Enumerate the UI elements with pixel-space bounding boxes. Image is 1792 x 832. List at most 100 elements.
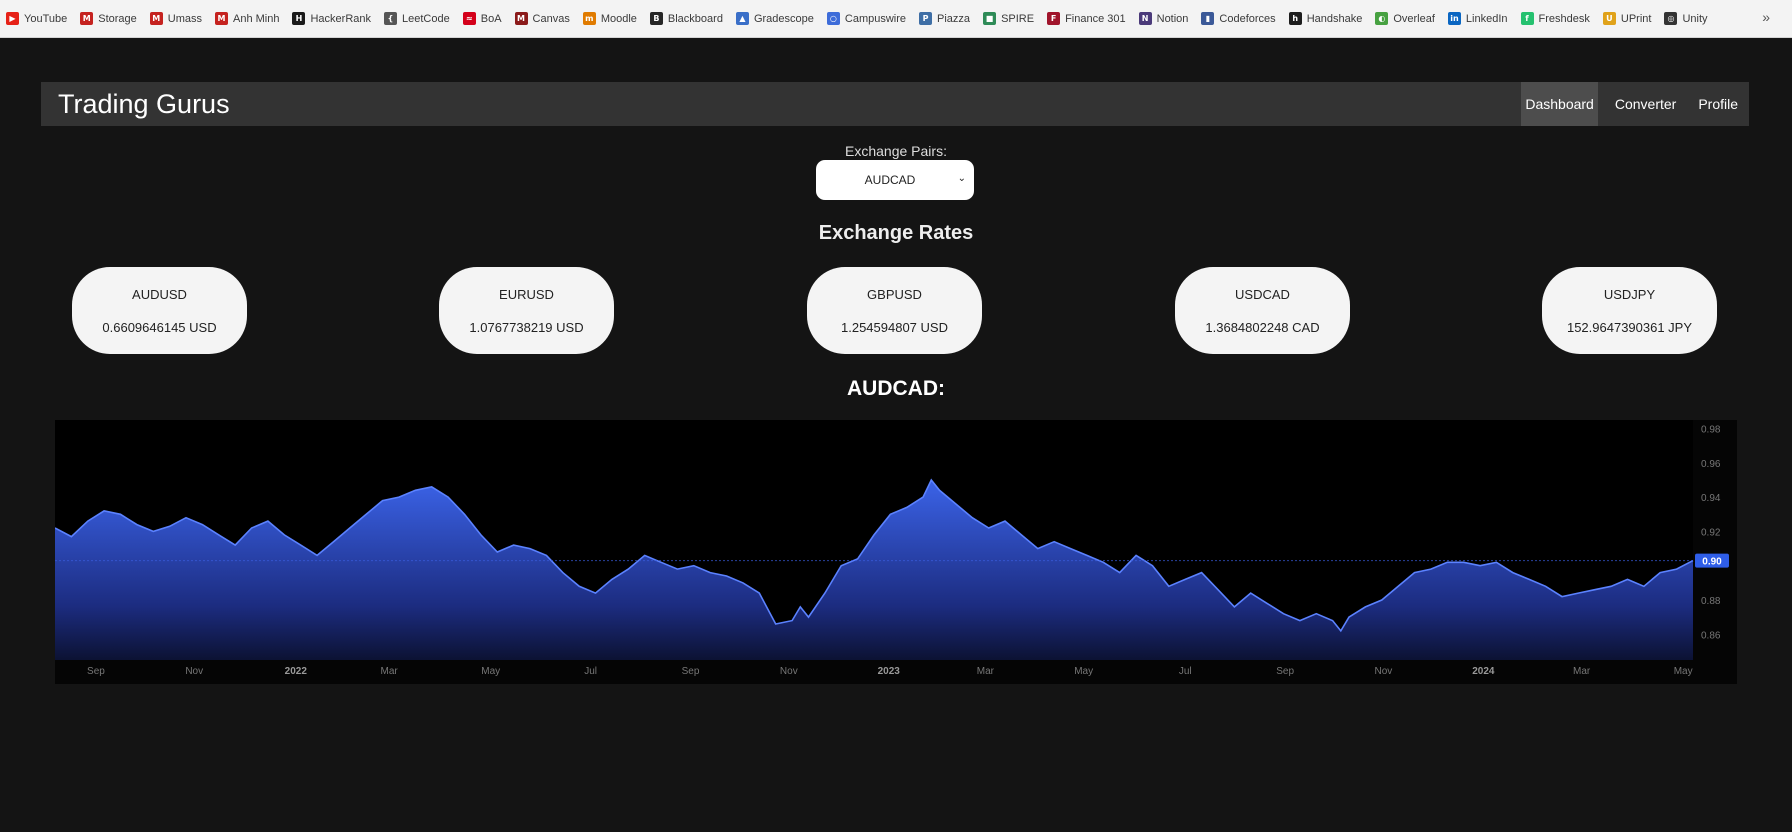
bookmark-youtube[interactable]: ▶ YouTube bbox=[6, 8, 67, 30]
bookmark-boa[interactable]: ≈ BoA bbox=[462, 8, 502, 30]
gmail-icon: M bbox=[80, 12, 94, 25]
bookmark-label: Moodle bbox=[600, 12, 637, 25]
x-tick-label: 2024 bbox=[1472, 666, 1495, 677]
rate-value: 0.6609646145 USD bbox=[102, 320, 217, 335]
bookmark-linkedin[interactable]: in LinkedIn bbox=[1447, 8, 1508, 30]
rate-pair: GBPUSD bbox=[867, 287, 922, 302]
x-tick-label: Sep bbox=[87, 666, 105, 677]
x-tick-label: Jul bbox=[1179, 666, 1192, 677]
campuswire-icon: ○ bbox=[826, 12, 840, 25]
bookmark-label: LeetCode bbox=[402, 12, 450, 25]
bookmark-label: UPrint bbox=[1620, 12, 1652, 25]
rate-value: 152.9647390361 JPY bbox=[1566, 320, 1693, 335]
bookmark-label: Gradescope bbox=[753, 12, 814, 25]
bookmark-freshdesk[interactable]: f Freshdesk bbox=[1520, 8, 1590, 30]
price-chart-svg[interactable]: 0.86 0.88 0.92 0.94 0.96 0.98 0.90 Sep Nov 2022 Ma… bbox=[55, 420, 1737, 684]
exchange-pairs-label: Exchange Pairs: bbox=[845, 143, 947, 159]
moodle-icon: m bbox=[582, 12, 596, 25]
y-tick-label: 0.88 bbox=[1701, 596, 1721, 607]
bookmark-label: Overleaf bbox=[1393, 12, 1435, 25]
exchange-pairs-select[interactable]: AUDCAD ⌄ bbox=[816, 160, 974, 200]
bookmark-hackerrank[interactable]: H HackerRank bbox=[292, 8, 371, 30]
bookmark-blackboard[interactable]: B Blackboard bbox=[649, 8, 723, 30]
bookmark-unity[interactable]: ◎ Unity bbox=[1664, 8, 1708, 30]
x-tick-label: Jul bbox=[584, 666, 597, 677]
bookmark-spire[interactable]: ■ SPIRE bbox=[983, 8, 1034, 30]
rate-card-eurusd: EURUSD 1.0767738219 USD bbox=[439, 267, 614, 354]
unity-icon: ◎ bbox=[1664, 12, 1678, 25]
bookmark-uprint[interactable]: U UPrint bbox=[1602, 8, 1652, 30]
rate-card-gbpusd: GBPUSD 1.254594807 USD bbox=[807, 267, 982, 354]
bookmark-codeforces[interactable]: ▮ Codeforces bbox=[1201, 8, 1276, 30]
x-tick-label: Nov bbox=[780, 666, 798, 677]
x-tick-label: Nov bbox=[185, 666, 203, 677]
nav-profile[interactable]: Profile bbox=[1687, 82, 1749, 126]
bookmark-label: Handshake bbox=[1306, 12, 1363, 25]
bookmark-notion[interactable]: N Notion bbox=[1138, 8, 1188, 30]
rate-pair: USDJPY bbox=[1603, 287, 1656, 302]
bookmark-label: Blackboard bbox=[667, 12, 723, 25]
y-tick-label: 0.96 bbox=[1701, 459, 1721, 470]
price-area bbox=[55, 480, 1693, 660]
handshake-icon: h bbox=[1288, 12, 1302, 25]
nav-dashboard[interactable]: Dashboard bbox=[1521, 82, 1598, 126]
chevron-down-icon: ⌄ bbox=[957, 173, 966, 184]
x-tick-label: May bbox=[1674, 666, 1693, 677]
notion-icon: N bbox=[1138, 12, 1152, 25]
x-tick-label: May bbox=[481, 666, 500, 677]
bookmark-moodle[interactable]: m Moodle bbox=[582, 8, 637, 30]
rate-value: 1.3684802248 CAD bbox=[1205, 320, 1320, 335]
last-price-label: 0.90 bbox=[1702, 557, 1722, 568]
bookmark-storage[interactable]: M Storage bbox=[80, 8, 137, 30]
bookmark-label: YouTube bbox=[24, 12, 68, 25]
rate-pair: EURUSD bbox=[499, 287, 554, 302]
x-tick-label: Nov bbox=[1375, 666, 1393, 677]
x-tick-label: Sep bbox=[1276, 666, 1294, 677]
y-tick-label: 0.98 bbox=[1701, 425, 1721, 436]
rate-card-usdjpy: USDJPY 152.9647390361 JPY bbox=[1542, 267, 1717, 354]
bookmark-label: Umass bbox=[167, 12, 202, 25]
x-tick-label: Mar bbox=[381, 666, 399, 677]
rate-card-audusd: AUDUSD 0.6609646145 USD bbox=[72, 267, 247, 354]
uprint-icon: U bbox=[1602, 12, 1616, 25]
boa-icon: ≈ bbox=[462, 12, 476, 25]
bookmark-label: Unity bbox=[1682, 12, 1708, 25]
x-tick-label: May bbox=[1074, 666, 1093, 677]
y-tick-label: 0.92 bbox=[1701, 527, 1721, 538]
bookmark-leetcode[interactable]: { LeetCode bbox=[384, 8, 450, 30]
price-chart[interactable]: 0.86 0.88 0.92 0.94 0.96 0.98 0.90 Sep Nov 2022 Ma… bbox=[55, 420, 1737, 684]
bookmark-label: Piazza bbox=[937, 12, 971, 25]
app-title: Trading Gurus bbox=[58, 88, 230, 119]
bookmark-canvas[interactable]: M Canvas bbox=[514, 8, 570, 30]
more-bookmarks-icon[interactable]: » bbox=[1762, 9, 1770, 25]
nav-converter[interactable]: Converter bbox=[1604, 82, 1687, 126]
finance-icon: F bbox=[1047, 12, 1061, 25]
bookmark-anh-minh[interactable]: M Anh Minh bbox=[215, 8, 279, 30]
app-navbar: Trading Gurus Dashboard Converter Profil… bbox=[41, 82, 1749, 126]
bookmark-overleaf[interactable]: ◐ Overleaf bbox=[1375, 8, 1435, 30]
bookmark-label: LinkedIn bbox=[1465, 12, 1508, 25]
rate-value: 1.254594807 USD bbox=[841, 320, 948, 335]
bookmark-label: SPIRE bbox=[1001, 12, 1035, 25]
bookmark-finance-301[interactable]: F Finance 301 bbox=[1047, 8, 1126, 30]
canvas-icon: M bbox=[514, 12, 528, 25]
x-tick-label: Mar bbox=[1573, 666, 1591, 677]
bookmark-piazza[interactable]: P Piazza bbox=[919, 8, 970, 30]
gmail-icon: M bbox=[149, 12, 163, 25]
bookmark-handshake[interactable]: h Handshake bbox=[1288, 8, 1363, 30]
exchange-pairs-selected: AUDCAD bbox=[864, 173, 916, 187]
rate-pair: USDCAD bbox=[1235, 287, 1290, 302]
bookmark-gradescope[interactable]: ▲ Gradescope bbox=[735, 8, 814, 30]
y-tick-label: 0.86 bbox=[1701, 630, 1721, 641]
rate-value: 1.0767738219 USD bbox=[469, 320, 584, 335]
linkedin-icon: in bbox=[1447, 12, 1461, 25]
nav-links: Dashboard Converter Profile bbox=[1521, 82, 1749, 126]
bookmark-label: Finance 301 bbox=[1065, 12, 1126, 25]
leetcode-icon: { bbox=[384, 12, 398, 25]
bookmark-label: Anh Minh bbox=[233, 12, 280, 25]
bookmark-campuswire[interactable]: ○ Campuswire bbox=[826, 8, 906, 30]
gmail-icon: M bbox=[215, 12, 228, 25]
x-tick-label: 2023 bbox=[878, 666, 901, 677]
bookmark-umass[interactable]: M Umass bbox=[149, 8, 202, 30]
bookmark-label: BoA bbox=[480, 12, 502, 25]
